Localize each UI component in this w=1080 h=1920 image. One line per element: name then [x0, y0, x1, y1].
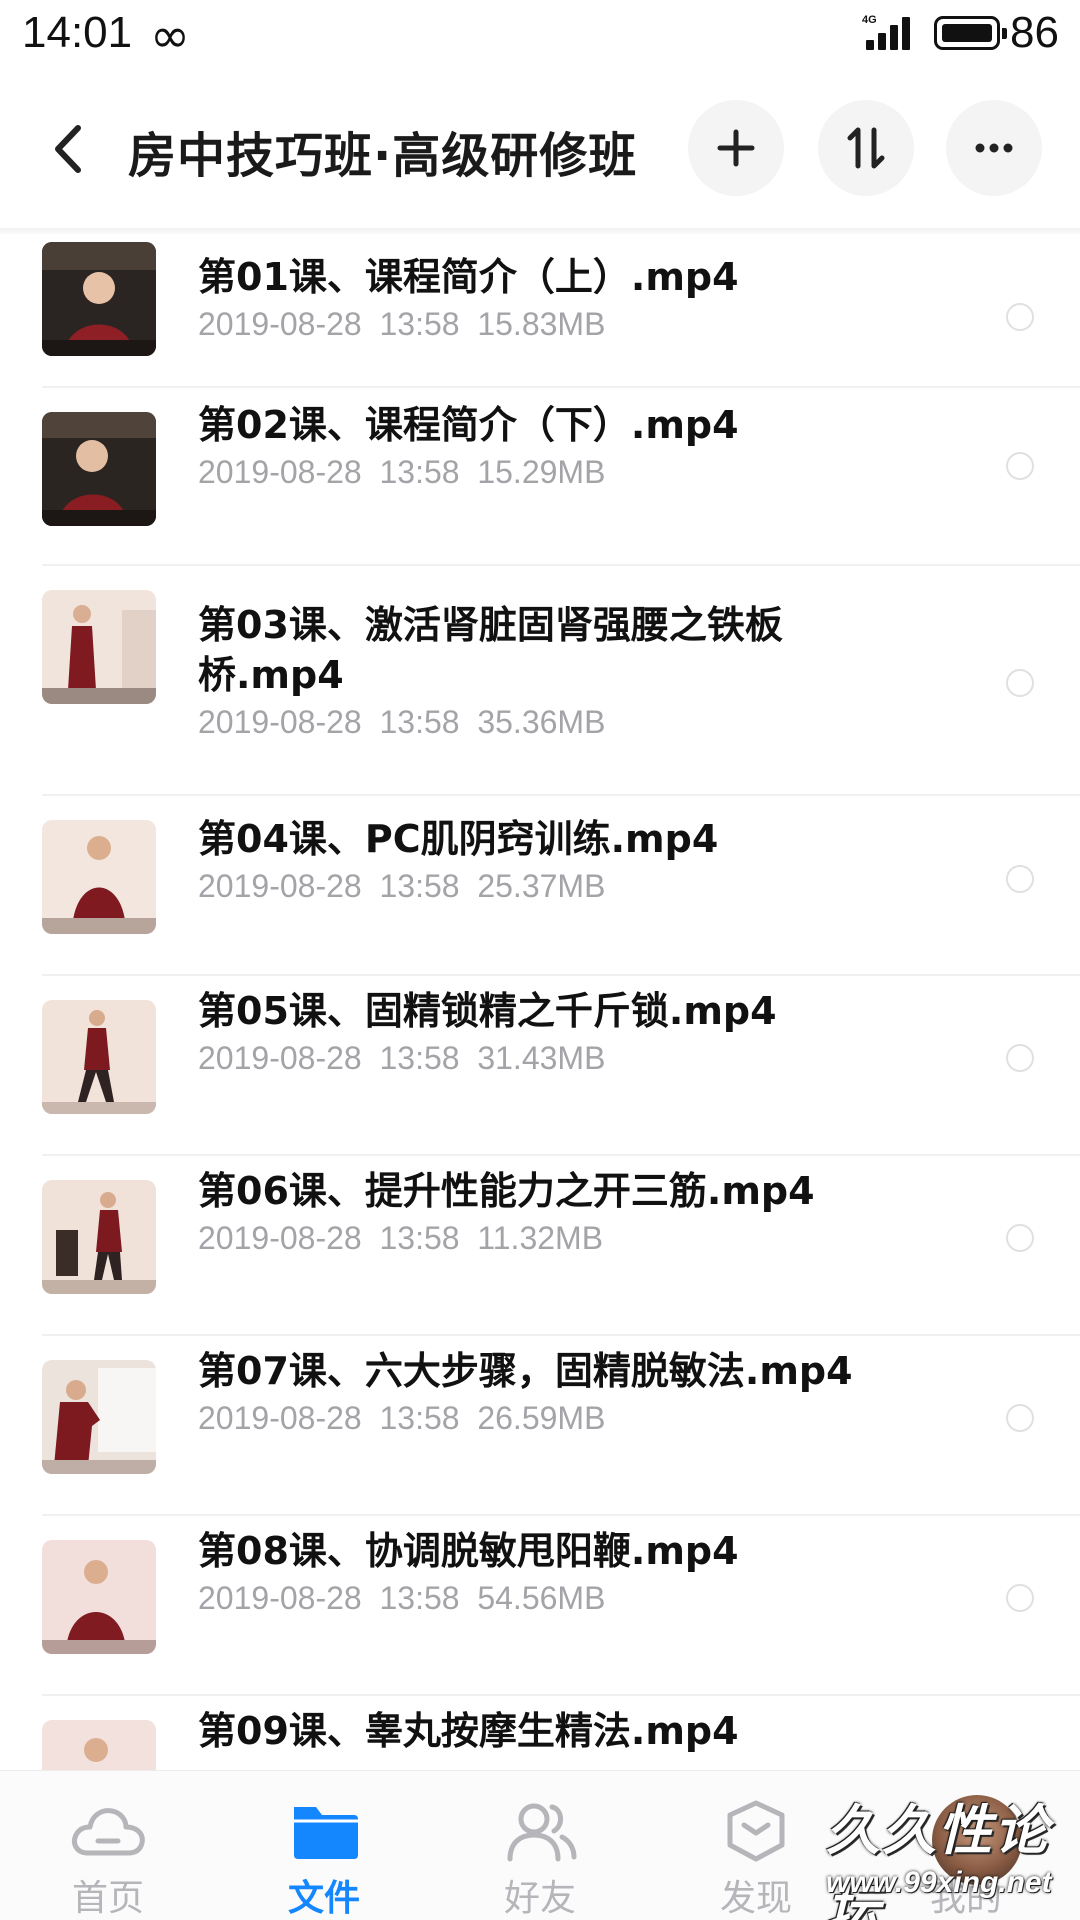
back-button[interactable]: [40, 114, 100, 184]
file-row[interactable]: 第03课、激活肾脏固肾强腰之铁板桥.mp4 2019-08-28 13:58 3…: [0, 590, 1080, 820]
tab-label: 好友: [503, 1878, 576, 1919]
file-name: 第09课、睾丸按摩生精法.mp4: [198, 1709, 739, 1753]
status-time: 14:01: [22, 8, 133, 57]
sort-button[interactable]: [818, 100, 914, 196]
video-thumbnail: [42, 1180, 156, 1294]
file-name: 第04课、PC肌阴窍训练.mp4: [198, 817, 719, 861]
plus-icon: [717, 129, 755, 167]
file-row[interactable]: 第07课、六大步骤，固精脱敏法.mp4 2019-08-28 13:58 26.…: [0, 1349, 1080, 1538]
select-radio[interactable]: [1006, 1404, 1034, 1432]
select-radio[interactable]: [1006, 1044, 1034, 1072]
tab-files[interactable]: 文件: [216, 1771, 432, 1920]
page-title: 房中技巧班·高级研修班: [128, 128, 638, 184]
video-thumbnail: [42, 1540, 156, 1654]
file-name: 第06课、提升性能力之开三筋.mp4: [198, 1169, 815, 1213]
infinity-icon: ∞: [150, 8, 190, 64]
row-divider: [42, 1514, 1080, 1516]
select-radio[interactable]: [1006, 303, 1034, 331]
file-name: 第05课、固精锁精之千斤锁.mp4: [198, 989, 777, 1033]
video-thumbnail: [42, 590, 156, 704]
status-bar: 14:01 ∞ 4G 86: [0, 0, 1080, 70]
file-meta: 2019-08-28 13:58 11.32MB: [198, 1220, 604, 1256]
file-row[interactable]: 第06课、提升性能力之开三筋.mp4 2019-08-28 13:58 11.3…: [0, 1169, 1080, 1358]
tab-friends[interactable]: 好友: [432, 1771, 648, 1920]
video-thumbnail: [42, 412, 156, 526]
file-meta: 2019-08-28 13:58 25.37MB: [198, 868, 606, 904]
file-row[interactable]: 第09课、睾丸按摩生精法.mp4: [0, 1709, 1080, 1770]
select-radio[interactable]: [1006, 865, 1034, 893]
file-list: 第01课、课程简介（上）.mp4 2019-08-28 13:58 15.83M…: [0, 234, 1080, 1770]
sort-icon: [847, 127, 885, 169]
folder-icon: [294, 1807, 358, 1859]
battery-icon: [934, 16, 1007, 50]
video-thumbnail: [42, 1360, 156, 1474]
tab-label: 文件: [287, 1878, 360, 1919]
signal-icon: [866, 16, 912, 50]
cloud-icon: [72, 1808, 145, 1856]
file-meta: 2019-08-28 13:58 15.83MB: [198, 306, 606, 342]
file-row[interactable]: 第04课、PC肌阴窍训练.mp4 2019-08-28 13:58 25.37M…: [0, 817, 1080, 998]
tab-label: 首页: [71, 1878, 144, 1919]
row-divider: [42, 1694, 1080, 1696]
file-meta: 2019-08-28 13:58 35.36MB: [198, 704, 606, 740]
video-thumbnail: [42, 1000, 156, 1114]
select-radio[interactable]: [1006, 1584, 1034, 1612]
watermark-url: www.99xing.net: [826, 1866, 1052, 1899]
row-divider: [42, 794, 1080, 796]
file-meta: 2019-08-28 13:58 15.29MB: [198, 454, 606, 490]
file-name: 第03课、激活肾脏固肾强腰之铁板桥.mp4: [198, 603, 783, 697]
file-name: 第01课、课程简介（上）.mp4: [198, 255, 739, 299]
select-radio[interactable]: [1006, 452, 1034, 480]
tab-home[interactable]: 首页: [0, 1771, 216, 1920]
battery-level: 86: [1010, 8, 1059, 57]
row-divider: [42, 564, 1080, 566]
file-name: 第07课、六大步骤，固精脱敏法.mp4: [198, 1349, 853, 1393]
add-button[interactable]: [688, 100, 784, 196]
video-thumbnail: [42, 1720, 156, 1770]
select-radio[interactable]: [1006, 1224, 1034, 1252]
file-meta: 2019-08-28 13:58 31.43MB: [198, 1040, 606, 1076]
row-divider: [42, 1154, 1080, 1156]
row-divider: [42, 386, 1080, 388]
chevron-left-icon: [55, 125, 81, 173]
file-meta: 2019-08-28 13:58 26.59MB: [198, 1400, 606, 1436]
video-thumbnail: [42, 820, 156, 934]
file-name: 第08课、协调脱敏甩阳鞭.mp4: [198, 1529, 739, 1573]
row-divider: [42, 974, 1080, 976]
more-icon: [975, 143, 1013, 153]
file-name: 第02课、课程简介（下）.mp4: [198, 403, 739, 447]
video-thumbnail: [42, 242, 156, 356]
file-row[interactable]: 第08课、协调脱敏甩阳鞭.mp4 2019-08-28 13:58 54.56M…: [0, 1529, 1080, 1718]
header: 房中技巧班·高级研修班: [0, 70, 1080, 230]
more-button[interactable]: [946, 100, 1042, 196]
friends-icon: [507, 1803, 577, 1862]
file-meta: 2019-08-28 13:58 54.56MB: [198, 1580, 606, 1616]
file-row[interactable]: 第05课、固精锁精之千斤锁.mp4 2019-08-28 13:58 31.43…: [0, 989, 1080, 1178]
discover-icon: [727, 1800, 785, 1862]
row-divider: [42, 1334, 1080, 1336]
select-radio[interactable]: [1006, 669, 1034, 697]
